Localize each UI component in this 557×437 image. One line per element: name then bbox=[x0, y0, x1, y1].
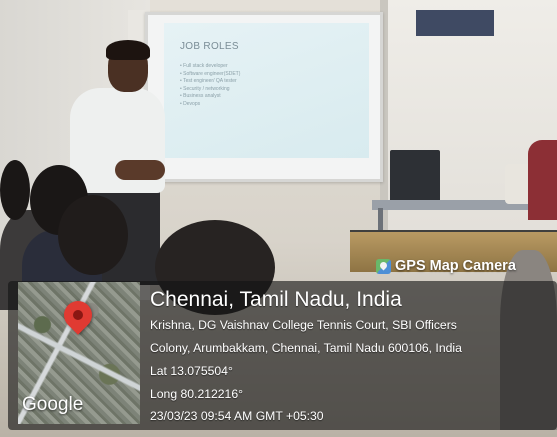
presenter-arm bbox=[115, 160, 165, 180]
slide-bullet: Security / networking bbox=[180, 86, 240, 94]
seated-person-right bbox=[528, 140, 557, 220]
projected-slide: JOB ROLES Full stack developer Software … bbox=[164, 23, 369, 158]
gps-brand-label: GPS Map Camera bbox=[395, 258, 516, 274]
slide-bullet-list: Full stack developer Software engineer(S… bbox=[180, 63, 240, 108]
map-watermark: Google bbox=[22, 394, 84, 415]
location-city: Chennai, Tamil Nadu, India bbox=[150, 288, 402, 311]
slide-bullet: Software engineer(SDET) bbox=[180, 71, 240, 79]
gps-brand: GPS Map Camera bbox=[376, 258, 516, 274]
slide-bullet: Devops bbox=[180, 101, 240, 109]
gps-camera-icon bbox=[376, 258, 391, 274]
wall-poster bbox=[416, 10, 494, 36]
computer-cabinet bbox=[390, 150, 440, 205]
audience-head bbox=[58, 195, 128, 275]
longitude: Long 80.212216° bbox=[150, 387, 243, 401]
slide-bullet: Full stack developer bbox=[180, 63, 240, 71]
slide-title: JOB ROLES bbox=[180, 41, 239, 52]
timestamp: 23/03/23 09:54 AM GMT +05:30 bbox=[150, 409, 324, 423]
presenter-hair bbox=[106, 40, 150, 60]
slide-bullet: Test engineer/ QA tester bbox=[180, 78, 240, 86]
whiteboard: JOB ROLES Full stack developer Software … bbox=[145, 12, 383, 182]
latitude: Lat 13.075504° bbox=[150, 364, 233, 378]
address-line-1: Krishna, DG Vaishnav College Tennis Cour… bbox=[150, 318, 457, 332]
audience-head bbox=[0, 160, 30, 220]
slide-bullet: Business analyst bbox=[180, 93, 240, 101]
address-line-2: Colony, Arumbakkam, Chennai, Tamil Nadu … bbox=[150, 341, 462, 355]
